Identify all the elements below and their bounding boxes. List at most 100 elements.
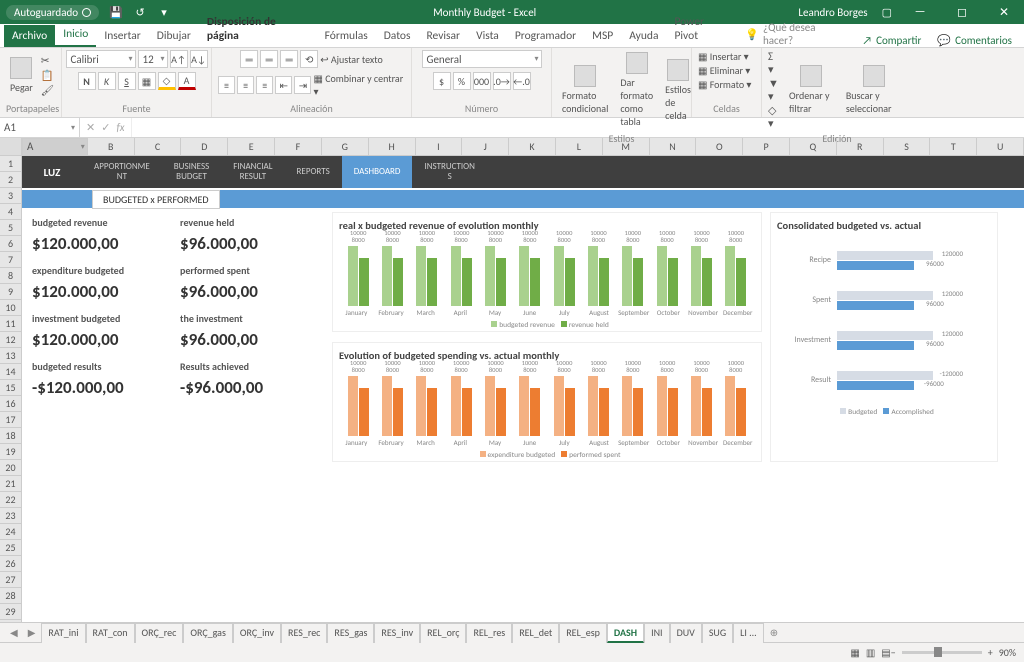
row-header[interactable]: 18: [0, 428, 21, 444]
zoom-out-button[interactable]: −: [891, 646, 896, 659]
fill-icon[interactable]: ▼ ▾: [768, 77, 781, 103]
row-header[interactable]: 1: [0, 156, 21, 172]
column-header[interactable]: R: [837, 138, 884, 155]
paste-button[interactable]: Pegar: [6, 55, 37, 96]
tab-page-layout[interactable]: Disposición de página: [199, 11, 317, 47]
budgeted-performed-button[interactable]: BUDGETED x PERFORMED: [92, 190, 220, 209]
bold-button[interactable]: N: [78, 72, 96, 90]
tab-formulas[interactable]: Fórmulas: [317, 25, 376, 47]
format-cells-button[interactable]: ▦ Formato ▾: [698, 78, 751, 91]
zoom-in-button[interactable]: +: [988, 646, 993, 659]
row-header[interactable]: 11: [0, 316, 21, 332]
font-name-select[interactable]: Calibri: [66, 50, 136, 68]
column-header[interactable]: I: [416, 138, 463, 155]
column-header[interactable]: M: [603, 138, 650, 155]
dashboard-tab[interactable]: APPORTIONME NT: [82, 156, 162, 188]
find-select-button[interactable]: Buscar y seleccionar: [842, 63, 906, 117]
align-middle-icon[interactable]: ═: [260, 50, 278, 68]
column-header[interactable]: B: [88, 138, 135, 155]
column-header[interactable]: N: [650, 138, 697, 155]
sheet-tab[interactable]: ORÇ_rec: [135, 623, 184, 643]
maximize-button[interactable]: ◻: [948, 5, 976, 20]
sheet-tab[interactable]: DASH: [607, 623, 644, 643]
row-header[interactable]: 8: [0, 268, 21, 284]
tab-draw[interactable]: Dibujar: [149, 25, 199, 47]
increase-indent-icon[interactable]: ⇥: [294, 76, 311, 94]
sheet-tab[interactable]: REL_det: [512, 623, 559, 643]
tab-insert[interactable]: Insertar: [96, 25, 148, 47]
view-pagebreak-icon[interactable]: ▤: [881, 646, 890, 659]
tab-developer[interactable]: Programador: [507, 25, 584, 47]
sheet-tab[interactable]: SUG: [702, 623, 733, 643]
tab-view[interactable]: Vista: [468, 25, 507, 47]
sheet-tab[interactable]: REL_esp: [559, 623, 607, 643]
sheet-tab[interactable]: REL_res: [466, 623, 512, 643]
worksheet[interactable]: LUZ APPORTIONME NTBUSINESS BUDGETFINANCI…: [22, 156, 1024, 622]
undo-icon[interactable]: ↺: [133, 5, 147, 19]
formula-input[interactable]: [132, 118, 1024, 137]
format-painter-icon[interactable]: 🖌: [41, 84, 54, 97]
close-button[interactable]: ✕: [990, 5, 1018, 20]
dashboard-tab[interactable]: REPORTS: [285, 156, 342, 188]
align-right-icon[interactable]: ≡: [256, 76, 273, 94]
column-header[interactable]: E: [228, 138, 275, 155]
tab-data[interactable]: Datos: [376, 25, 419, 47]
increase-font-icon[interactable]: A↑: [170, 50, 188, 68]
row-header[interactable]: 6: [0, 236, 21, 252]
user-name[interactable]: Leandro Borges: [798, 6, 867, 19]
sheet-tab[interactable]: RES_rec: [281, 623, 327, 643]
sheet-nav-next[interactable]: ▶: [24, 626, 40, 639]
autosave-toggle[interactable]: Autoguardado: [6, 5, 99, 20]
select-all-corner[interactable]: [0, 138, 22, 155]
tab-help[interactable]: Ayuda: [621, 25, 666, 47]
sheet-tab[interactable]: RAT_con: [86, 623, 135, 643]
conditional-format-button[interactable]: Formato condicional: [558, 63, 612, 117]
currency-icon[interactable]: $: [433, 72, 451, 90]
ribbon-options-icon[interactable]: ▢: [882, 6, 892, 19]
row-header[interactable]: 10: [0, 300, 21, 316]
sheet-tab[interactable]: DUV: [670, 623, 702, 643]
sheet-tab[interactable]: ORÇ_gas: [183, 623, 233, 643]
tab-home[interactable]: Inicio: [55, 23, 96, 47]
dashboard-tab[interactable]: BUSINESS BUDGET: [162, 156, 221, 188]
tab-review[interactable]: Revisar: [419, 25, 469, 47]
enter-formula-icon[interactable]: ✓: [101, 121, 110, 134]
row-header[interactable]: 22: [0, 492, 21, 508]
row-header[interactable]: 12: [0, 332, 21, 348]
cell-styles-button[interactable]: Estilos de celda: [661, 57, 695, 124]
view-layout-icon[interactable]: ▥: [866, 646, 875, 659]
row-header[interactable]: 16: [0, 396, 21, 412]
font-size-select[interactable]: 12: [138, 50, 168, 68]
decrease-indent-icon[interactable]: ⇤: [275, 76, 292, 94]
column-header[interactable]: J: [462, 138, 509, 155]
row-header[interactable]: 17: [0, 412, 21, 428]
row-header[interactable]: 24: [0, 524, 21, 540]
merge-button[interactable]: ▦ Combinar y centrar ▾: [313, 72, 405, 98]
share-button[interactable]: ↗ Compartir: [854, 34, 929, 47]
fill-color-button[interactable]: ◇: [158, 72, 176, 90]
column-header[interactable]: Q: [790, 138, 837, 155]
row-header[interactable]: 14: [0, 364, 21, 380]
minimize-button[interactable]: —: [906, 5, 934, 19]
sheet-nav-prev[interactable]: ◀: [6, 626, 22, 639]
decrease-decimal-icon[interactable]: ←.0: [513, 72, 531, 90]
row-header[interactable]: 7: [0, 252, 21, 268]
row-header[interactable]: 5: [0, 220, 21, 236]
row-header[interactable]: 3: [0, 188, 21, 204]
row-header[interactable]: 27: [0, 572, 21, 588]
row-header[interactable]: 26: [0, 556, 21, 572]
tab-file[interactable]: Archivo: [4, 25, 55, 47]
sheet-tab[interactable]: ORÇ_inv: [233, 623, 281, 643]
column-header[interactable]: K: [509, 138, 556, 155]
column-header[interactable]: P: [743, 138, 790, 155]
sheet-tab[interactable]: RES_gas: [327, 623, 374, 643]
redo-icon[interactable]: ▾: [157, 5, 171, 19]
new-sheet-button[interactable]: ⊕: [766, 626, 782, 639]
cancel-formula-icon[interactable]: ✕: [86, 121, 95, 134]
align-bottom-icon[interactable]: ═: [280, 50, 298, 68]
border-button[interactable]: ▦: [138, 72, 156, 90]
delete-cells-button[interactable]: ▦ Eliminar ▾: [698, 64, 750, 77]
comma-icon[interactable]: 000: [473, 72, 491, 90]
row-header[interactable]: 28: [0, 588, 21, 604]
zoom-level[interactable]: 90%: [999, 646, 1016, 659]
